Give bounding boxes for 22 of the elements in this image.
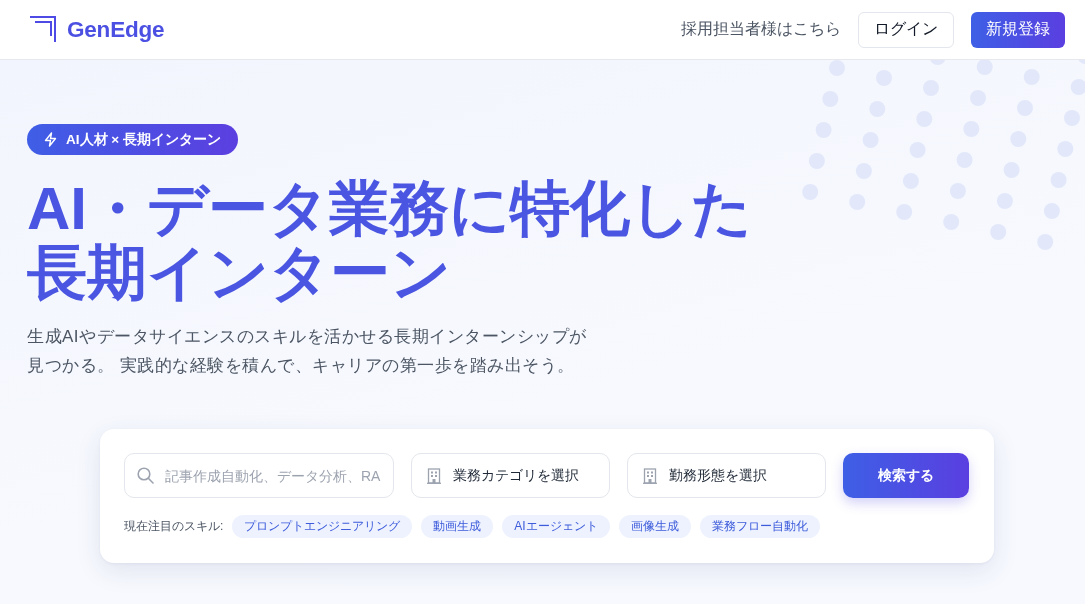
skill-tag[interactable]: 業務フロー自動化 [699,515,820,538]
search-button[interactable]: 検索する [843,453,969,498]
skill-tag[interactable]: プロンプトエンジニアリング [232,515,413,538]
building-icon [427,467,441,484]
building-icon [643,467,657,484]
badge-label: AI人材 × 長期インターン [66,130,221,149]
trending-label: 現在注目のスキル: [124,518,224,535]
skill-tag[interactable]: AIエージェント [502,515,610,538]
logo-wordmark[interactable]: GenEdge [67,16,165,43]
signup-button[interactable]: 新規登録 [971,11,1065,48]
category-select[interactable]: 業務カテゴリを選択 [411,453,610,498]
keyword-field[interactable]: 記事作成自動化、データ分析、RA [124,453,394,498]
hero-description: 生成AIやデータサイエンスのスキルを活かせる長期インターンシップが見つかる。 実践的な経験を積んで、キャリアの第一歩を踏み出そう。 [27,326,588,377]
skill-tag[interactable]: 画像生成 [618,515,691,538]
logo-icon [30,15,56,42]
skill-tag[interactable]: 動画生成 [421,515,494,538]
lightning-icon [44,132,57,147]
search-icon [137,467,154,484]
recruiter-link[interactable]: 採用担当者様はこちら [681,19,841,40]
hero-heading: AI・データ業務に特化した長期インターン [27,177,753,305]
login-button[interactable]: ログイン [858,11,954,48]
work-style-select[interactable]: 勤務形態を選択 [627,453,826,498]
